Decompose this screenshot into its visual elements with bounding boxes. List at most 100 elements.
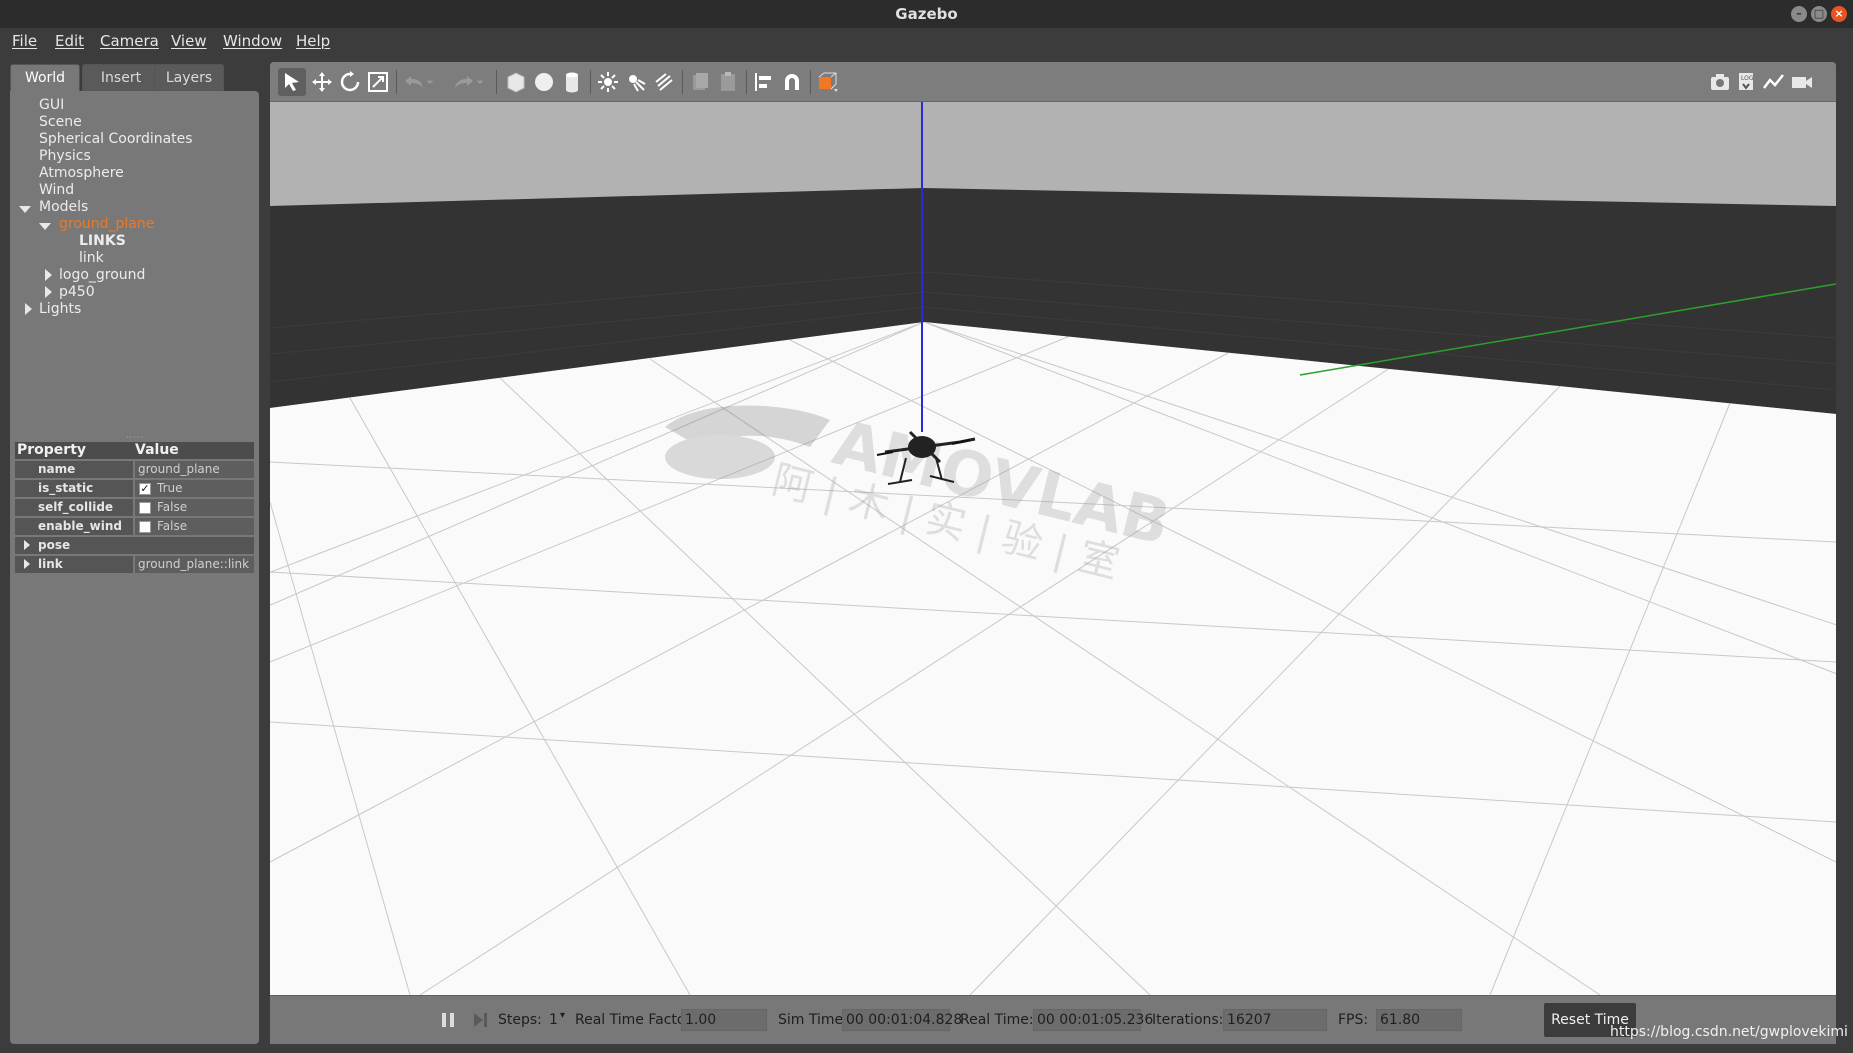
- select-mode-icon[interactable]: [278, 68, 306, 96]
- minimize-button[interactable]: –: [1791, 6, 1807, 22]
- point-light-icon[interactable]: [594, 68, 622, 96]
- menu-bar: File Edit Camera View Window Help: [0, 28, 1853, 56]
- fps-label: FPS:: [1338, 1012, 1369, 1028]
- tree-item-models[interactable]: Models: [39, 199, 88, 215]
- tree-item-spherical-coordinates[interactable]: Spherical Coordinates: [39, 131, 193, 147]
- sphere-shape-icon[interactable]: [530, 68, 558, 96]
- steps-spinner-icon[interactable]: ▾: [560, 1010, 565, 1021]
- real-time-field: 00 00:01:05.236: [1033, 1009, 1153, 1031]
- menu-help[interactable]: Help: [296, 32, 330, 50]
- tree-item-lights[interactable]: Lights: [39, 301, 81, 317]
- main-area: LOG AMOVLAB 阿 | 木 | 实 | 验 | 室 Steps: 1 ▾…: [270, 62, 1836, 1044]
- left-panel: World Insert Layers GUI Scene Spherical …: [10, 62, 259, 1044]
- prop-key: pose: [38, 538, 71, 552]
- prop-header-property: Property: [15, 442, 133, 459]
- pause-icon[interactable]: [434, 1006, 462, 1034]
- tab-layers[interactable]: Layers: [154, 64, 224, 92]
- tree-item-p450[interactable]: p450: [59, 284, 95, 300]
- status-bar: Steps: 1 ▾ Real Time Factor: 1.00 Sim Ti…: [270, 995, 1836, 1044]
- expand-models-icon[interactable]: [19, 206, 31, 213]
- rotate-mode-icon[interactable]: [336, 68, 364, 96]
- fps-field: 61.80: [1376, 1009, 1462, 1031]
- tree-item-logo-ground[interactable]: logo_ground: [59, 267, 145, 283]
- prop-value-name[interactable]: ground_plane: [135, 461, 254, 478]
- spot-light-icon[interactable]: [622, 68, 650, 96]
- world-tree-panel: GUI Scene Spherical Coordinates Physics …: [10, 91, 259, 1044]
- sim-time-label: Sim Time:: [778, 1012, 848, 1028]
- prop-key: is_static: [15, 480, 133, 497]
- toolbar: LOG: [270, 62, 1836, 102]
- checkbox-self-collide[interactable]: [139, 502, 151, 514]
- tree-item-ground-plane[interactable]: ground_plane: [59, 216, 154, 232]
- expand-logo-ground-icon[interactable]: [45, 269, 52, 281]
- menu-view[interactable]: View: [171, 32, 207, 50]
- log-data-icon[interactable]: LOG: [1732, 68, 1760, 96]
- tree-header-links: LINKS: [79, 233, 126, 249]
- prop-row-enable-wind: enable_wind False: [15, 518, 254, 535]
- tree-item-atmosphere[interactable]: Atmosphere: [39, 165, 124, 181]
- expand-ground-plane-icon[interactable]: [39, 223, 51, 230]
- prop-key: name: [15, 461, 133, 478]
- steps-label: Steps:: [498, 1012, 542, 1028]
- real-time-factor-label: Real Time Factor:: [575, 1012, 696, 1028]
- scale-mode-icon[interactable]: [364, 68, 392, 96]
- undo-history-icon[interactable]: [422, 68, 438, 96]
- close-button[interactable]: ×: [1831, 6, 1847, 22]
- checkbox-is-static[interactable]: ✓: [139, 483, 151, 495]
- real-time-label: Real Time:: [960, 1012, 1034, 1028]
- ground-plane: [270, 322, 1836, 995]
- translate-mode-icon[interactable]: [308, 68, 336, 96]
- real-time-factor-field: 1.00: [681, 1009, 767, 1031]
- iterations-field: 16207: [1223, 1009, 1327, 1031]
- cylinder-shape-icon[interactable]: [558, 68, 586, 96]
- align-icon[interactable]: [750, 68, 778, 96]
- prop-row-pose[interactable]: pose: [15, 537, 254, 554]
- step-forward-icon[interactable]: [466, 1006, 494, 1034]
- menu-file[interactable]: File: [12, 32, 37, 50]
- checkbox-enable-wind[interactable]: [139, 521, 151, 533]
- change-view-angle-icon[interactable]: [814, 68, 842, 96]
- prop-value-enable-wind: False: [135, 518, 254, 535]
- menu-edit[interactable]: Edit: [55, 32, 84, 50]
- tree-item-link[interactable]: link: [79, 250, 104, 266]
- prop-key: self_collide: [15, 499, 133, 516]
- checkbox-label: True: [157, 481, 183, 495]
- panel-splitter-handle[interactable]: ·····: [126, 433, 144, 442]
- tree-item-physics[interactable]: Physics: [39, 148, 91, 164]
- box-shape-icon[interactable]: [502, 68, 530, 96]
- 3d-viewport[interactable]: AMOVLAB 阿 | 木 | 实 | 验 | 室: [270, 102, 1836, 995]
- iterations-label: Iterations:: [1152, 1012, 1224, 1028]
- prop-row-link[interactable]: link ground_plane::link: [15, 556, 254, 573]
- menu-window[interactable]: Window: [223, 32, 282, 50]
- sky-background: [270, 102, 1836, 206]
- prop-value-self-collide: False: [135, 499, 254, 516]
- video-record-icon[interactable]: [1788, 68, 1816, 96]
- maximize-button[interactable]: □: [1811, 6, 1827, 22]
- sim-time-field: 00 00:01:04.828: [842, 1009, 962, 1031]
- screenshot-camera-icon[interactable]: [1706, 68, 1734, 96]
- plot-icon[interactable]: [1760, 68, 1788, 96]
- tab-insert[interactable]: Insert: [82, 64, 160, 92]
- toolbar-separator: [746, 70, 747, 94]
- snap-magnet-icon[interactable]: [778, 68, 806, 96]
- copy-icon[interactable]: [686, 68, 714, 96]
- expand-link-icon[interactable]: [24, 559, 30, 569]
- directional-light-icon[interactable]: [650, 68, 678, 96]
- tree-item-gui[interactable]: GUI: [39, 97, 64, 113]
- tree-item-wind[interactable]: Wind: [39, 182, 74, 198]
- checkbox-label: False: [157, 500, 188, 514]
- tab-world[interactable]: World: [10, 64, 80, 92]
- prop-key: enable_wind: [15, 518, 133, 535]
- prop-key: link: [15, 556, 133, 573]
- redo-history-icon[interactable]: [472, 68, 488, 96]
- toolbar-separator: [590, 70, 591, 94]
- expand-p450-icon[interactable]: [45, 286, 52, 298]
- tree-item-scene[interactable]: Scene: [39, 114, 82, 130]
- paste-icon[interactable]: [714, 68, 742, 96]
- menu-camera[interactable]: Camera: [100, 32, 159, 50]
- prop-header-value: Value: [133, 442, 254, 459]
- svg-text:LOG: LOG: [1741, 75, 1754, 82]
- expand-lights-icon[interactable]: [25, 303, 32, 315]
- prop-row-name: name ground_plane: [15, 461, 254, 478]
- steps-value[interactable]: 1: [549, 1012, 558, 1028]
